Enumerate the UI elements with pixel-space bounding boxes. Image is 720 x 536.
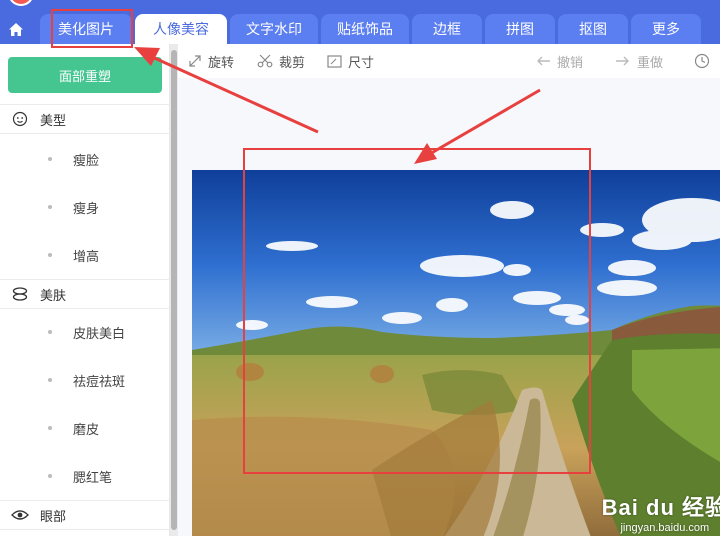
annotation-arrows (134, 47, 541, 164)
app-window: 美化图片 人像美容 文字水印 贴纸饰品 边框 拼图 抠图 更多 面部重塑 美型 … (0, 0, 720, 536)
